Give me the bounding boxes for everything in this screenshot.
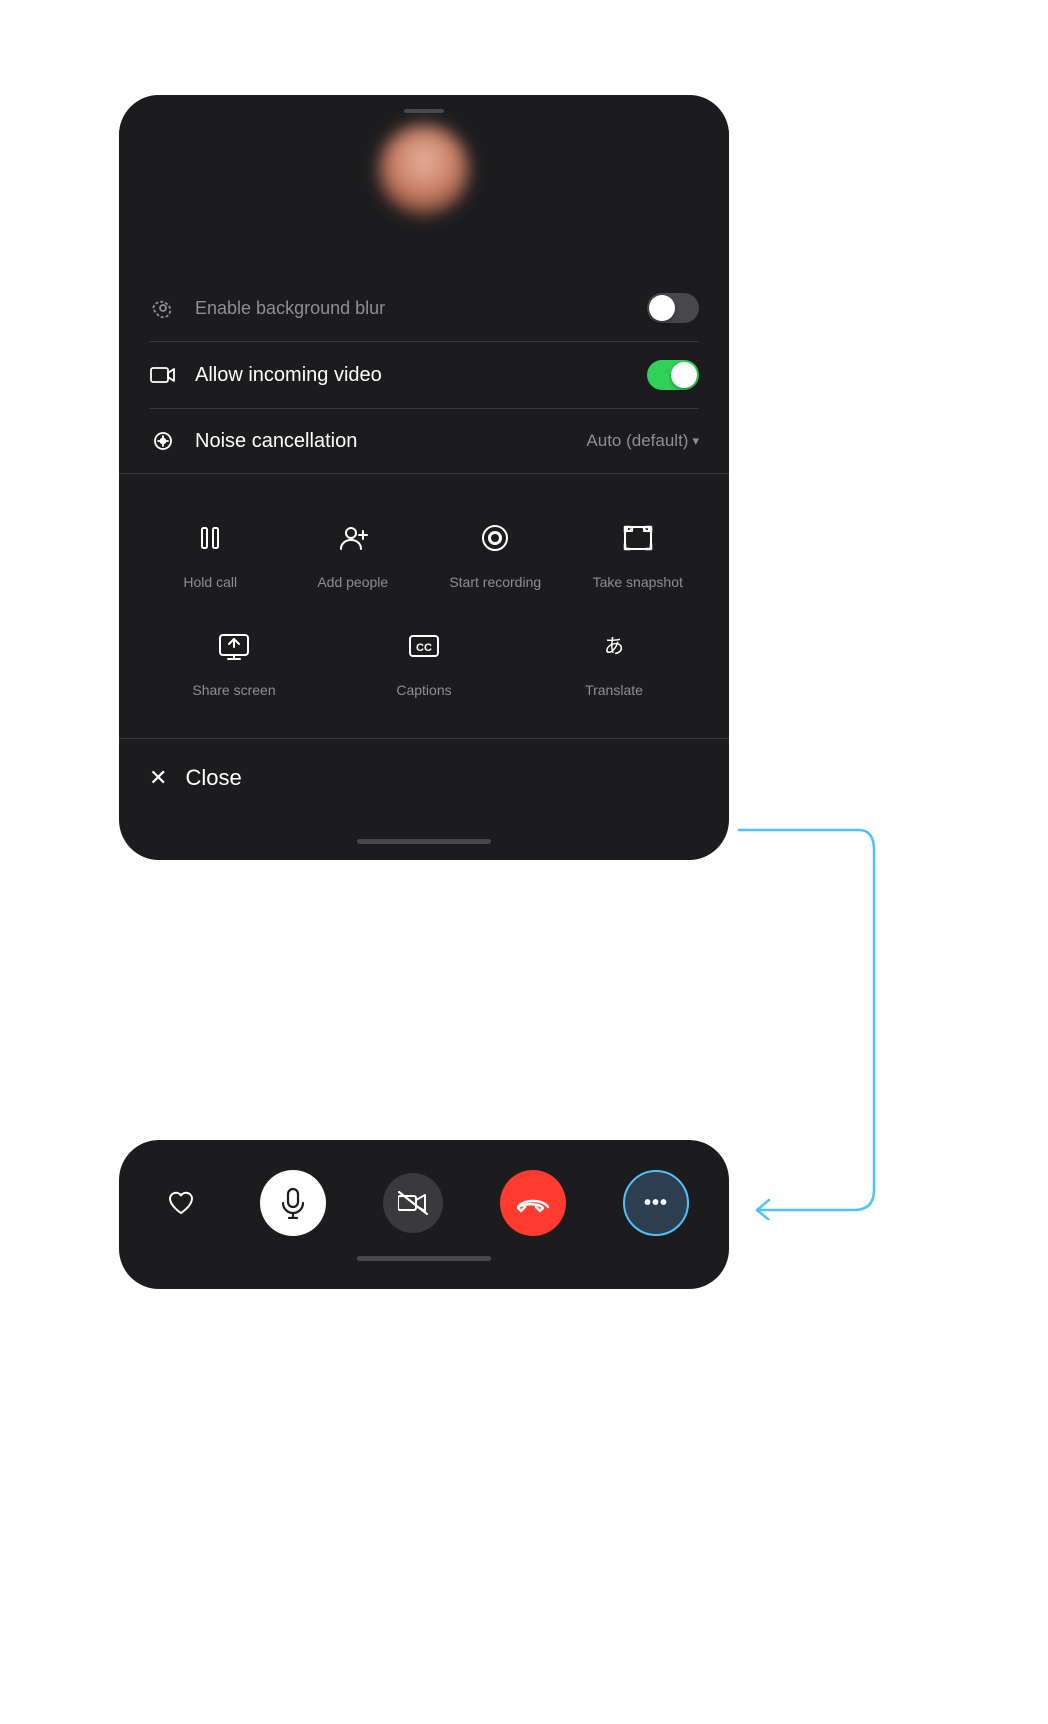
background-blur-row: Enable background blur (149, 275, 699, 342)
incoming-video-toggle[interactable] (647, 360, 699, 390)
home-bar (357, 839, 491, 844)
incoming-video-label: Allow incoming video (195, 364, 647, 387)
actions-row-2: Share screen CC Captions あ (139, 610, 709, 708)
close-label: Close (185, 765, 241, 791)
video-camera-icon (149, 361, 177, 389)
close-section: ✕ Close (119, 738, 729, 829)
captions-label: Captions (396, 682, 451, 698)
noise-cancellation-row: Noise cancellation Auto (default) ▾ (149, 409, 699, 473)
start-recording-button[interactable]: Start recording (424, 502, 567, 600)
more-options-button[interactable]: ••• (623, 1170, 689, 1236)
chevron-down-icon: ▾ (692, 433, 699, 449)
noise-cancellation-label: Noise cancellation (195, 430, 586, 453)
noise-icon (149, 427, 177, 455)
captions-button[interactable]: CC Captions (329, 610, 519, 708)
blur-icon (149, 294, 177, 322)
arrow-connector (729, 800, 889, 1220)
more-dots-label: ••• (644, 1192, 668, 1215)
favorite-button[interactable] (159, 1181, 203, 1225)
avatar-section (119, 95, 729, 275)
add-people-button[interactable]: Add people (282, 502, 425, 600)
svg-text:あ: あ (604, 636, 624, 658)
share-screen-label: Share screen (192, 682, 275, 698)
home-indicator (119, 829, 729, 860)
add-people-label: Add people (317, 574, 388, 590)
mute-button[interactable] (260, 1170, 326, 1236)
call-home-bar (357, 1256, 491, 1261)
hold-call-button[interactable]: Hold call (139, 502, 282, 600)
end-call-button[interactable] (500, 1170, 566, 1236)
settings-section: Enable background blur Allow incoming vi… (119, 275, 729, 473)
actions-row-1: Hold call Add people (139, 502, 709, 600)
call-bar: ••• (119, 1140, 729, 1289)
hold-call-label: Hold call (183, 574, 237, 590)
translate-label: Translate (585, 682, 643, 698)
drag-handle[interactable] (404, 109, 444, 113)
avatar (379, 125, 469, 215)
start-recording-label: Start recording (449, 574, 541, 590)
noise-value[interactable]: Auto (default) ▾ (586, 431, 699, 451)
call-home-indicator (159, 1236, 689, 1269)
take-snapshot-button[interactable]: Take snapshot (567, 502, 710, 600)
translate-button[interactable]: あ Translate (519, 610, 709, 708)
video-button[interactable] (383, 1173, 443, 1233)
background-blur-label: Enable background blur (195, 298, 647, 319)
background-blur-toggle[interactable] (647, 293, 699, 323)
close-x-icon: ✕ (149, 765, 167, 791)
actions-section: Hold call Add people (119, 474, 729, 738)
svg-text:CC: CC (416, 642, 432, 654)
share-screen-button[interactable]: Share screen (139, 610, 329, 708)
options-panel: Enable background blur Allow incoming vi… (119, 95, 729, 860)
incoming-video-row: Allow incoming video (149, 342, 699, 409)
take-snapshot-label: Take snapshot (593, 574, 683, 590)
close-button[interactable]: ✕ Close (149, 747, 699, 809)
call-controls: ••• (159, 1170, 689, 1236)
